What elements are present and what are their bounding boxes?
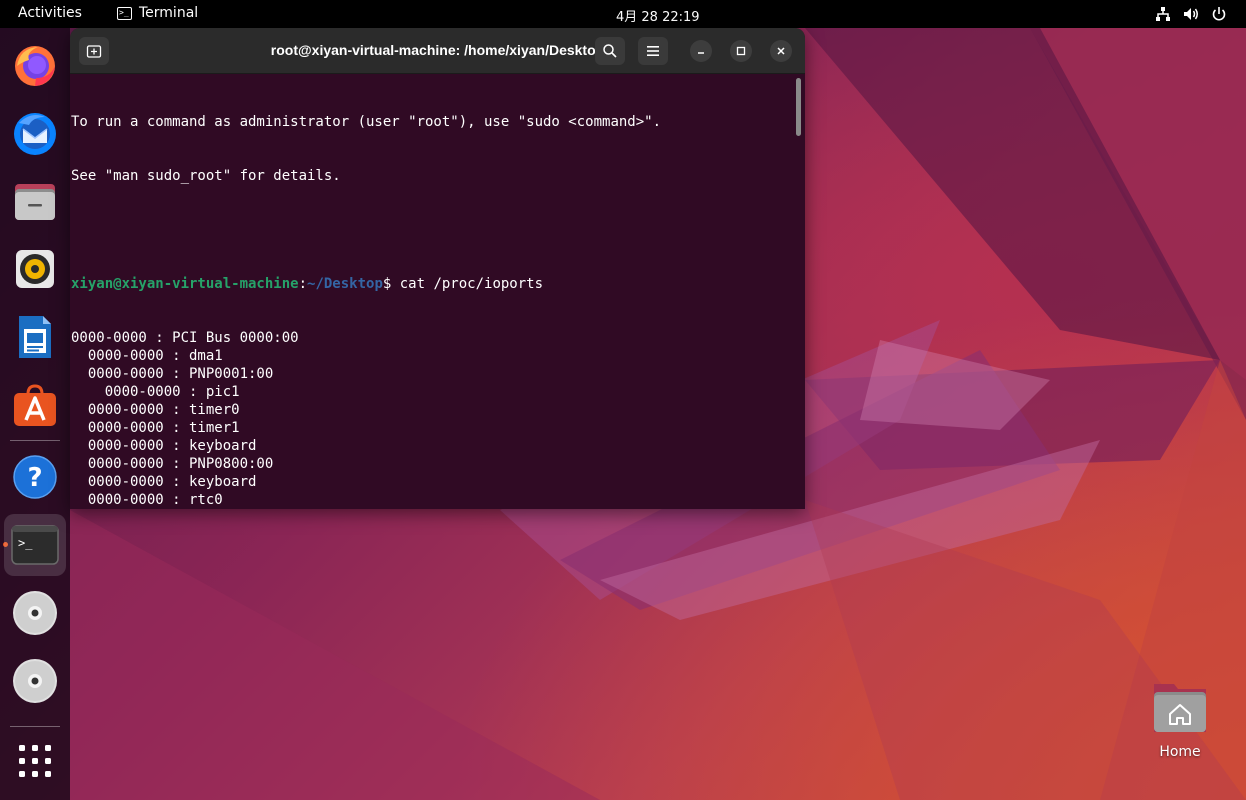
- output-line: 0000-0000 : PCI Bus 0000:00: [71, 330, 299, 346]
- network-icon: [1156, 7, 1170, 21]
- search-icon: [603, 44, 617, 58]
- prompt-separator: :: [298, 276, 308, 292]
- help-glyph: ?: [27, 463, 42, 493]
- dock-item-help[interactable]: ?: [4, 446, 66, 508]
- terminal-line: To run a command as administrator (user …: [71, 114, 662, 130]
- firefox-icon: [15, 46, 55, 86]
- maximize-icon: [736, 46, 746, 56]
- output-line: 0000-0000 : keyboard: [71, 438, 257, 454]
- software-icon: [14, 384, 56, 426]
- search-button[interactable]: [595, 37, 625, 65]
- dock-item-ubuntu-software[interactable]: [4, 374, 66, 436]
- activities-button[interactable]: Activities: [18, 5, 82, 21]
- show-apps-button[interactable]: [4, 730, 66, 792]
- dock-item-terminal[interactable]: >_: [4, 514, 66, 576]
- close-icon: [777, 47, 785, 55]
- help-icon: ?: [13, 455, 57, 499]
- writer-icon: [19, 316, 51, 358]
- output-line: 0000-0000 : dma1: [71, 348, 223, 364]
- minimize-icon: [698, 52, 704, 54]
- hamburger-menu-icon: [647, 46, 659, 56]
- dock-separator: [10, 726, 60, 727]
- prompt-command: cat /proc/ioports: [399, 276, 544, 292]
- power-icon: [1212, 7, 1226, 21]
- output-line: 0000-0000 : rtc0: [71, 492, 223, 508]
- app-menu-label: Terminal: [139, 5, 199, 21]
- prompt-symbol: $: [382, 276, 400, 292]
- output-line: 0000-0000 : PNP0800:00: [71, 456, 274, 472]
- terminal-output[interactable]: To run a command as administrator (user …: [70, 74, 805, 509]
- terminal-scrollbar[interactable]: [796, 78, 801, 136]
- desktop-home-icon[interactable]: Home: [1142, 680, 1218, 760]
- dock-item-cd-drive-1[interactable]: [4, 582, 66, 644]
- minimize-button[interactable]: [690, 40, 712, 62]
- home-folder-icon: [1154, 684, 1206, 732]
- dock-item-files[interactable]: [4, 170, 66, 232]
- system-tray[interactable]: [1154, 5, 1228, 23]
- output-line: 0000-0000 : pic1: [71, 384, 240, 400]
- terminal-window[interactable]: root@xiyan-virtual-machine: /home/xiyan/…: [70, 28, 805, 509]
- disc-icon: [13, 659, 57, 703]
- app-menu[interactable]: >_ Terminal: [117, 5, 198, 21]
- prompt-user-host: xiyan@xiyan-virtual-machine: [71, 276, 299, 292]
- output-line: 0000-0000 : PNP0001:00: [71, 366, 274, 382]
- disc-icon: [13, 591, 57, 635]
- close-button[interactable]: [770, 40, 792, 62]
- maximize-button[interactable]: [730, 40, 752, 62]
- rhythmbox-icon: [16, 250, 54, 288]
- dock-separator: [10, 440, 60, 441]
- dock-item-thunderbird[interactable]: [4, 102, 66, 164]
- terminal-icon: >_: [117, 6, 132, 20]
- dock-item-firefox[interactable]: [4, 34, 66, 96]
- thunderbird-icon: [14, 113, 56, 155]
- desktop-home-label: Home: [1159, 744, 1201, 760]
- top-bar: Activities >_ Terminal 4月 28 22:19: [0, 0, 1246, 28]
- prompt-line: xiyan@xiyan-virtual-machine:~/Desktop$ c…: [71, 275, 805, 293]
- menu-button[interactable]: [638, 37, 668, 65]
- dock-item-rhythmbox[interactable]: [4, 238, 66, 300]
- output-line: 0000-0000 : timer1: [71, 420, 240, 436]
- dock: ? >_: [0, 28, 70, 800]
- terminal-headerbar[interactable]: root@xiyan-virtual-machine: /home/xiyan/…: [70, 28, 805, 74]
- prompt-path: ~/Desktop: [307, 276, 383, 292]
- volume-icon: [1184, 8, 1198, 20]
- output-line: 0000-0000 : timer0: [71, 402, 240, 418]
- dock-item-libreoffice-writer[interactable]: [4, 306, 66, 368]
- output-line: 0000-0000 : keyboard: [71, 474, 257, 490]
- terminal-glyph: >_: [18, 536, 33, 550]
- terminal-line: See "man sudo_root" for details.: [71, 168, 341, 184]
- clock[interactable]: 4月 28 22:19: [616, 6, 700, 25]
- command-output: 0000-0000 : PCI Bus 0000:00 0000-0000 : …: [71, 329, 805, 509]
- app-grid-icon: [19, 745, 51, 777]
- files-icon: [15, 184, 55, 220]
- dock-item-cd-drive-2[interactable]: [4, 650, 66, 712]
- terminal-icon: >_: [11, 525, 59, 565]
